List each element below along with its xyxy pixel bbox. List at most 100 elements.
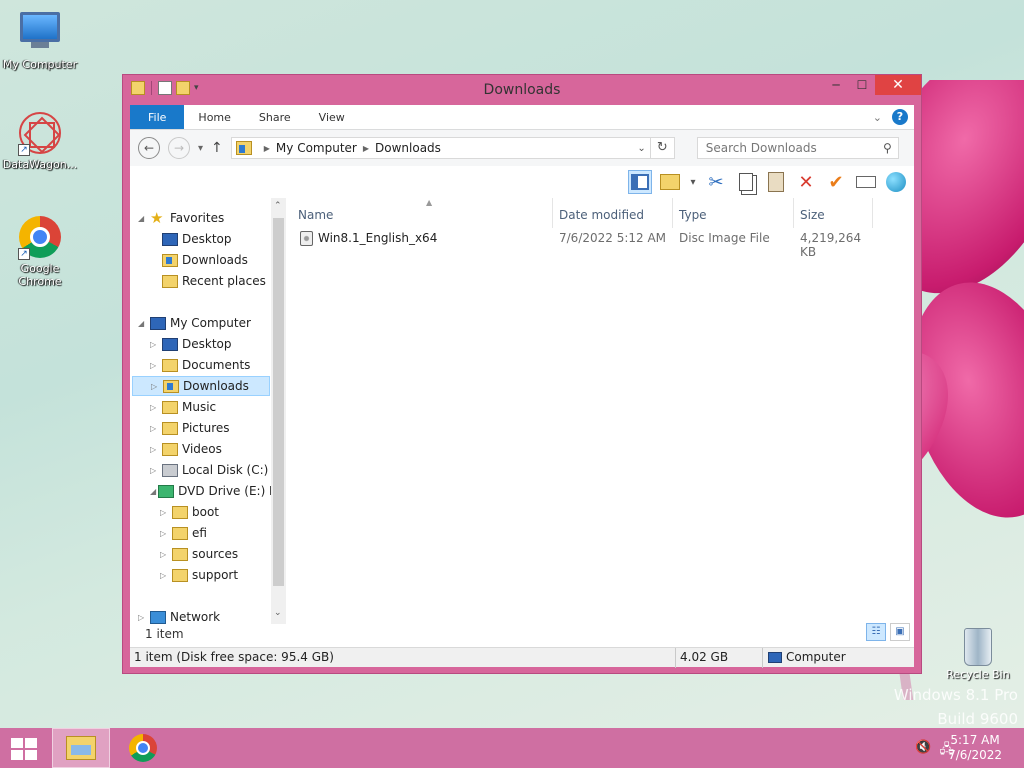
nav-pc-dvd-drive[interactable]: ◢ DVD Drive (E:) IR5 bbox=[150, 481, 271, 501]
breadcrumb-separator-icon[interactable]: ▶ bbox=[363, 144, 369, 153]
forward-button[interactable]: → bbox=[168, 137, 190, 159]
back-button[interactable]: ← bbox=[138, 137, 160, 159]
nav-pc-downloads[interactable]: ▷ Downloads bbox=[132, 376, 270, 396]
chevron-down-icon[interactable]: ▾ bbox=[688, 170, 698, 194]
nav-pc-videos[interactable]: ▷ Videos bbox=[150, 439, 222, 459]
tab-view[interactable]: View bbox=[305, 105, 359, 129]
collapsed-arrow-icon[interactable]: ▷ bbox=[150, 340, 160, 349]
close-button[interactable]: ✕ bbox=[875, 75, 921, 95]
tab-file[interactable]: File bbox=[130, 105, 185, 129]
delete-button[interactable]: ✕ bbox=[794, 170, 818, 194]
start-button[interactable] bbox=[8, 736, 38, 762]
nav-dvd-sources[interactable]: ▷ sources bbox=[160, 544, 238, 564]
recent-locations-icon[interactable]: ▾ bbox=[198, 143, 203, 154]
desktop-icon-label: Google Chrome bbox=[18, 262, 62, 288]
desktop-icon-recycle-bin[interactable]: Recycle Bin bbox=[938, 628, 1018, 681]
table-row[interactable]: Win8.1_English_x64 7/6/2022 5:12 AM Disc… bbox=[294, 230, 874, 259]
hard-disk-icon bbox=[162, 463, 178, 477]
details-view-button[interactable]: ☷ bbox=[866, 623, 886, 641]
nav-dvd-efi[interactable]: ▷ efi bbox=[160, 523, 207, 543]
chevron-down-icon[interactable]: ⌄ bbox=[633, 143, 649, 154]
paste-button[interactable] bbox=[764, 170, 788, 194]
status-location: Computer bbox=[768, 650, 846, 664]
downloads-folder-icon bbox=[162, 253, 178, 267]
help-icon[interactable]: ? bbox=[892, 109, 908, 125]
expanded-arrow-icon[interactable]: ◢ bbox=[138, 319, 148, 328]
column-header-size[interactable]: Size bbox=[800, 208, 825, 222]
desktop-icon-chrome[interactable]: ↗ Google Chrome bbox=[0, 216, 80, 288]
nav-network[interactable]: ▷ Network bbox=[138, 607, 220, 627]
collapsed-arrow-icon[interactable]: ▷ bbox=[150, 361, 160, 370]
column-header-date-modified[interactable]: Date modified bbox=[559, 208, 644, 222]
minimize-button[interactable]: ─ bbox=[823, 75, 849, 95]
copy-button[interactable] bbox=[734, 170, 758, 194]
nav-fav-downloads[interactable]: Downloads bbox=[160, 250, 248, 270]
taskbar-file-explorer[interactable] bbox=[52, 728, 110, 768]
delete-x-icon: ✕ bbox=[798, 171, 814, 193]
volume-muted-icon[interactable]: 🔇 bbox=[915, 740, 931, 762]
videos-folder-icon bbox=[162, 442, 178, 456]
collapsed-arrow-icon[interactable]: ▷ bbox=[138, 613, 148, 622]
up-button[interactable]: ↑ bbox=[211, 140, 223, 156]
network-globe-button[interactable] bbox=[884, 170, 908, 194]
column-header-type[interactable]: Type bbox=[679, 208, 707, 222]
nav-label: DVD Drive (E:) IR5 bbox=[178, 484, 271, 498]
cut-button[interactable]: ✂ bbox=[704, 170, 728, 194]
collapsed-arrow-icon[interactable]: ▷ bbox=[150, 445, 160, 454]
file-name-cell[interactable]: Win8.1_English_x64 bbox=[300, 231, 437, 246]
nav-pc-pictures[interactable]: ▷ Pictures bbox=[150, 418, 230, 438]
nav-my-computer[interactable]: ◢ My Computer bbox=[138, 313, 251, 333]
disc-image-icon bbox=[300, 231, 313, 246]
large-icons-view-button[interactable]: ▣ bbox=[890, 623, 910, 641]
expanded-arrow-icon[interactable]: ◢ bbox=[138, 214, 148, 223]
tab-home[interactable]: Home bbox=[184, 105, 244, 129]
nav-favorites[interactable]: ◢ ★ Favorites bbox=[138, 208, 224, 228]
taskbar-chrome[interactable] bbox=[114, 728, 172, 768]
collapsed-arrow-icon[interactable]: ▷ bbox=[160, 550, 170, 559]
nav-pc-local-disk[interactable]: ▷ Local Disk (C:) bbox=[150, 460, 268, 480]
rename-button[interactable] bbox=[854, 170, 878, 194]
refresh-button[interactable]: ↻ bbox=[650, 137, 675, 159]
nav-fav-recent-places[interactable]: Recent places bbox=[160, 271, 266, 291]
collapsed-arrow-icon[interactable]: ▷ bbox=[160, 529, 170, 538]
scroll-down-icon[interactable]: ⌄ bbox=[274, 608, 282, 618]
desktop-icon-my-computer[interactable]: My Computer bbox=[0, 8, 80, 71]
collapsed-arrow-icon[interactable]: ▷ bbox=[150, 403, 160, 412]
collapsed-arrow-icon[interactable]: ▷ bbox=[150, 424, 160, 433]
collapsed-arrow-icon[interactable]: ▷ bbox=[150, 466, 160, 475]
status-selection-size: 4.02 GB bbox=[680, 650, 729, 664]
nav-dvd-boot[interactable]: ▷ boot bbox=[160, 502, 219, 522]
collapsed-arrow-icon[interactable]: ▷ bbox=[160, 508, 170, 517]
nav-fav-desktop[interactable]: Desktop bbox=[160, 229, 232, 249]
maximize-button[interactable]: ☐ bbox=[849, 75, 875, 95]
desktop-icon-datawagon[interactable]: ↗ DataWagon... bbox=[0, 112, 80, 171]
breadcrumb-separator-icon[interactable]: ▶ bbox=[264, 144, 270, 153]
expand-ribbon-icon[interactable]: ⌄ bbox=[873, 111, 882, 124]
folder-options-button[interactable] bbox=[658, 170, 682, 194]
nav-label: Network bbox=[170, 610, 221, 624]
computer-icon bbox=[150, 316, 166, 330]
pictures-folder-icon bbox=[162, 421, 178, 435]
nav-pc-documents[interactable]: ▷ Documents bbox=[150, 355, 250, 375]
recycle-bin-icon bbox=[964, 628, 992, 666]
nav-pc-music[interactable]: ▷ Music bbox=[150, 397, 216, 417]
select-button[interactable]: ✔ bbox=[824, 170, 848, 194]
collapsed-arrow-icon[interactable]: ▷ bbox=[151, 382, 161, 391]
address-bar[interactable]: ▶ My Computer ▶ Downloads ⌄ bbox=[230, 137, 651, 159]
expanded-arrow-icon[interactable]: ◢ bbox=[150, 487, 156, 496]
downloads-folder-icon bbox=[163, 379, 179, 393]
breadcrumb-my-computer[interactable]: My Computer bbox=[276, 141, 357, 155]
title-bar[interactable]: ▾ Downloads ─ ☐ ✕ bbox=[123, 75, 921, 105]
scroll-up-icon[interactable]: ⌃ bbox=[274, 201, 282, 211]
preview-pane-button[interactable] bbox=[628, 170, 652, 194]
clock[interactable]: 5:17 AM 7/6/2022 bbox=[948, 733, 1002, 763]
nav-pane-scrollbar[interactable]: ⌃ ⌄ bbox=[271, 198, 286, 624]
search-input[interactable]: Search Downloads ⚲ bbox=[696, 137, 899, 159]
tab-share[interactable]: Share bbox=[245, 105, 305, 129]
breadcrumb-downloads[interactable]: Downloads bbox=[375, 141, 441, 155]
nav-dvd-support[interactable]: ▷ support bbox=[160, 565, 238, 585]
collapsed-arrow-icon[interactable]: ▷ bbox=[160, 571, 170, 580]
scrollbar-thumb[interactable] bbox=[273, 218, 284, 586]
nav-pc-desktop[interactable]: ▷ Desktop bbox=[150, 334, 232, 354]
column-header-name[interactable]: Name bbox=[298, 208, 333, 222]
